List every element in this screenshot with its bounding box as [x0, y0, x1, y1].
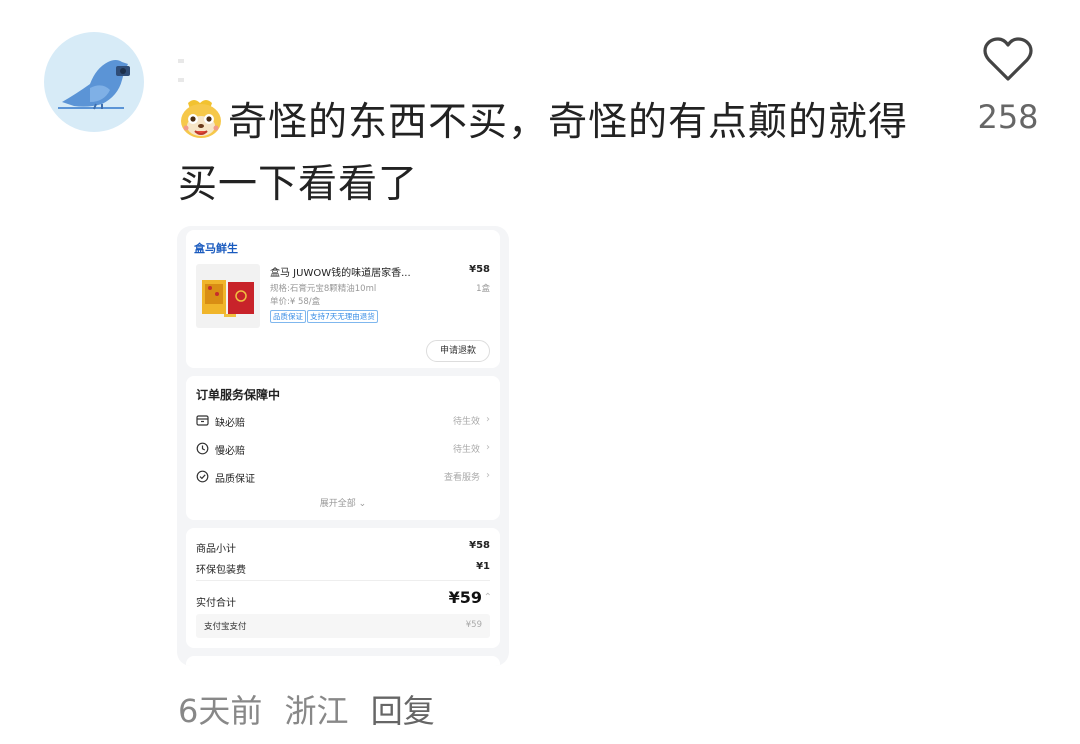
bird-avatar-icon	[58, 60, 130, 110]
service-label: 缺必赔	[215, 418, 245, 429]
like-count: 258	[977, 98, 1039, 136]
chevron-down-icon: ⌄	[358, 499, 367, 509]
chevron-up-icon[interactable]: ⌃	[484, 592, 492, 603]
reply-button[interactable]: 回复	[371, 692, 435, 730]
clock-icon	[196, 442, 209, 455]
comment-body: 奇怪的东西不买，奇怪的有点颠的就得买一下看看了	[178, 92, 918, 216]
service-row-missing[interactable]: 缺必赔 待生效 ›	[196, 413, 490, 429]
chevron-right-icon: ›	[486, 470, 490, 481]
store-name: 盒马鲜生	[194, 242, 238, 255]
comment-text: 奇怪的东西不买，奇怪的有点颠的就得买一下看看了	[178, 100, 909, 207]
service-label: 慢必赔	[215, 446, 245, 457]
subtotal-value: ¥58	[469, 540, 490, 551]
expand-all-link[interactable]: 展开全部 ⌄	[186, 496, 500, 509]
service-row-quality[interactable]: 品质保证 查看服务 ›	[196, 469, 490, 485]
product-quantity: 1盒	[476, 284, 490, 294]
packaging-value: ¥1	[476, 561, 490, 572]
packaging-row: 环保包装费 ¥1	[196, 561, 490, 576]
service-title: 订单服务保障中	[196, 388, 281, 402]
product-thumbnail	[196, 264, 260, 328]
username-placeholder	[178, 48, 248, 82]
comment-meta: 6天前 浙江 回复	[178, 686, 447, 732]
product-image-icon	[202, 280, 254, 317]
payment-method-row: 支付宝支付 ¥59	[196, 614, 490, 638]
product-unit-price: 单价:¥ 58/盒	[270, 297, 321, 307]
service-status: 待生效	[452, 445, 480, 455]
comment-time: 6天前	[178, 692, 263, 730]
subtotal-label: 商品小计	[196, 544, 236, 555]
chevron-right-icon: ›	[486, 442, 490, 453]
refund-button[interactable]: 申请退款	[426, 340, 490, 362]
payment-method-label: 支付宝支付	[204, 622, 247, 632]
packaging-label: 环保包装费	[196, 565, 246, 576]
order-screenshot-image[interactable]: 盒马鲜生 盒马 JUWOW钱的味道居家香... ¥58 规格:石膏元宝8颗精油1…	[177, 226, 509, 666]
service-row-late[interactable]: 慢必赔 待生效 ›	[196, 441, 490, 457]
chevron-right-icon: ›	[486, 414, 490, 425]
user-avatar[interactable]	[44, 32, 144, 132]
mascot-emoji-icon	[181, 100, 221, 138]
product-card: 盒马鲜生 盒马 JUWOW钱的味道居家香... ¥58 规格:石膏元宝8颗精油1…	[186, 230, 500, 368]
product-spec: 规格:石膏元宝8颗精油10ml	[270, 284, 377, 294]
comment-location: 浙江	[284, 692, 349, 730]
subtotal-row: 商品小计 ¥58	[196, 540, 490, 555]
expand-label: 展开全部	[319, 499, 356, 509]
payment-summary-card: 商品小计 ¥58 环保包装费 ¥1 实付合计 ¥59 ⌃ 支付宝支付 ¥59	[186, 528, 500, 648]
divider	[196, 580, 490, 581]
heart-icon[interactable]	[983, 36, 1033, 82]
service-status: 待生效	[452, 417, 480, 427]
service-card: 订单服务保障中 缺必赔 待生效 › 慢必赔 待生效 › 品质保证 查看服务 › …	[186, 376, 500, 520]
total-value: ¥59	[448, 588, 482, 607]
product-title: 盒马 JUWOW钱的味道居家香...	[270, 268, 411, 279]
cut-off-card	[186, 656, 500, 666]
tag-quality: 品质保证	[270, 310, 306, 323]
payment-method-value: ¥59	[465, 620, 482, 630]
check-circle-icon	[196, 470, 209, 483]
product-price: ¥58	[469, 264, 490, 275]
box-icon	[196, 415, 209, 426]
service-label: 品质保证	[215, 474, 255, 485]
service-status: 查看服务	[443, 473, 480, 483]
total-label: 实付合计	[196, 598, 236, 609]
tag-return-policy: 支持7天无理由退货	[307, 310, 378, 323]
